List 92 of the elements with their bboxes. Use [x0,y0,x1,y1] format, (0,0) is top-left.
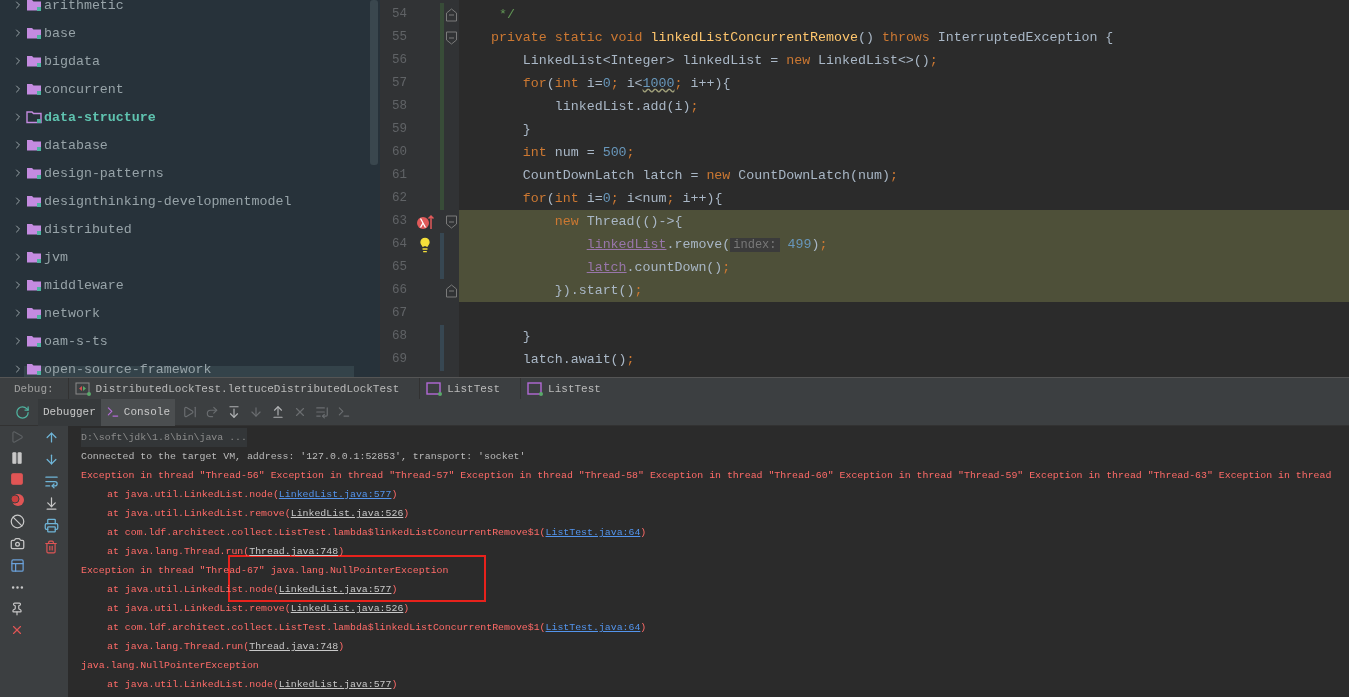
console-line: at com.ldf.architect.collect.ListTest.lambda$linkedListConcurrentRemove$1(ListTest.java:64) [106,526,647,540]
resume-icon[interactable] [183,405,198,419]
source-link[interactable]: Thread.java:748 [249,546,339,557]
source-link[interactable]: LinkedList.java:526 [290,508,404,519]
debug-label: Debug: [14,382,54,395]
source-link[interactable]: LinkedList.java:577 [278,584,392,595]
app-window-icon [426,381,443,396]
code-line: */ [497,6,516,24]
folder-icon [26,0,42,12]
stop-icon[interactable] [10,472,24,486]
tool-tab[interactable]: Debugger [38,398,101,426]
folder-icon [26,362,42,376]
fold-icon[interactable] [446,214,457,229]
close-icon[interactable] [10,623,24,637]
tree-item[interactable]: base [44,25,76,41]
code-line: for(int i=0; i<1000; i++){ [521,75,732,93]
step-over-icon[interactable] [205,405,220,419]
print-icon[interactable] [43,518,59,533]
code-line: for(int i=0; i<num; i++){ [521,190,724,208]
breakpoint-icon[interactable] [416,213,434,230]
evaluate-icon[interactable] [337,405,352,419]
tree-item[interactable]: design-patterns [44,165,164,181]
arrow-down-icon[interactable] [43,452,59,467]
tree-item[interactable]: middleware [44,277,124,293]
code-line: } [521,328,532,346]
soft-wrap-icon[interactable] [43,474,59,489]
console-line: Connected to the target VM, address: '127.0.0.1:52853', transport: 'socket' [81,450,526,464]
code-line: LinkedList<Integer> linkedList = new LinkedList<>(); [521,52,939,70]
trash-icon[interactable] [44,540,58,554]
tree-item[interactable]: jvm [44,249,68,265]
folder-icon [26,306,42,320]
code-line: } [521,121,532,139]
source-link[interactable]: Thread.java:748 [249,641,339,652]
pin-icon[interactable] [10,602,24,616]
rerun-icon[interactable] [15,404,30,420]
folder-icon [26,166,42,180]
source-link[interactable]: LinkedList.java:526 [290,603,404,614]
folder-icon [26,82,42,96]
console-line: at com.ldf.architect.collect.ListTest.lambda$linkedListConcurrentRemove$1(ListTest.java:64) [106,621,647,635]
tree-item[interactable]: designthinking-developmentmodel [44,193,292,209]
layout-icon[interactable] [9,558,25,573]
code-line: CountDownLatch latch = new CountDownLatch(num); [521,167,899,185]
console-line: at java.lang.Thread.run(Thread.java:748) [106,545,345,559]
folder-icon [26,222,42,236]
console-line: at java.util.LinkedList.node(LinkedList.java:577) [106,488,398,502]
tree-item[interactable]: oam-s-ts [44,333,108,349]
pause-icon[interactable] [10,451,24,465]
source-link[interactable]: LinkedList.java:577 [278,489,392,500]
tree-item[interactable]: distributed [44,221,132,237]
fold-icon[interactable] [446,30,457,45]
console-line: at java.util.LinkedList.node(LinkedList.java:577) [106,678,398,692]
scrollbar[interactable] [24,366,354,377]
source-link[interactable]: ListTest.java:64 [545,527,641,538]
resume-icon[interactable] [10,430,24,444]
console-line: java.lang.NullPointerException [81,659,259,673]
folder-icon [26,250,42,264]
folder-icon [26,278,42,292]
code-line: latch.await(); [521,351,636,369]
console-line: at java.lang.Thread.run(Thread.java:748) [106,640,345,654]
tree-item[interactable]: database [44,137,108,153]
mute-icon[interactable] [9,514,25,529]
source-link[interactable]: LinkedList.java:577 [278,679,392,690]
code-line: linkedList.add(i); [553,98,700,116]
console-line: at java.util.LinkedList.remove(LinkedList.java:526) [106,507,410,521]
console-icon [105,405,120,419]
camera-icon[interactable] [9,536,25,551]
folder-icon [26,54,42,68]
tree-item[interactable]: open-source-framework [44,361,212,377]
breakpoints-icon[interactable] [9,493,25,507]
code-line: int num = 500; [521,144,636,162]
step-out-icon[interactable] [271,405,286,419]
fold-icon[interactable] [446,283,457,298]
folder-icon [26,26,42,40]
folder-icon [26,110,42,124]
tool-tab[interactable]: Console [100,398,176,426]
tree-item[interactable]: bigdata [44,53,100,69]
lightbulb-icon[interactable] [417,236,433,253]
app-window-icon [527,381,544,396]
folder-icon [26,194,42,208]
tree-item[interactable]: network [44,305,100,321]
tree-item[interactable]: data-structure [44,109,156,125]
code-line: private static void linkedListConcurrentRemove() throws InterruptedException { [489,29,1115,47]
console-line: at java.util.LinkedList.remove(LinkedList.java:526) [106,602,410,616]
run-to-cursor-icon[interactable] [315,405,330,419]
folder-icon [26,138,42,152]
folder-icon [26,334,42,348]
console-line: Exception in thread "Thread-56" Exception in thread "Thread-57" Exception in thread "Thread-58" Exception in thread "Thread-60" Exception in thread "Thread-59" Exception in thread "Thread-63" Exception in thread [81,469,1332,483]
fold-icon[interactable] [446,7,457,22]
source-link[interactable]: ListTest.java:64 [545,622,641,633]
step-into-icon[interactable] [227,405,242,419]
run-config-icon [74,381,91,396]
tree-item[interactable]: concurrent [44,81,124,97]
